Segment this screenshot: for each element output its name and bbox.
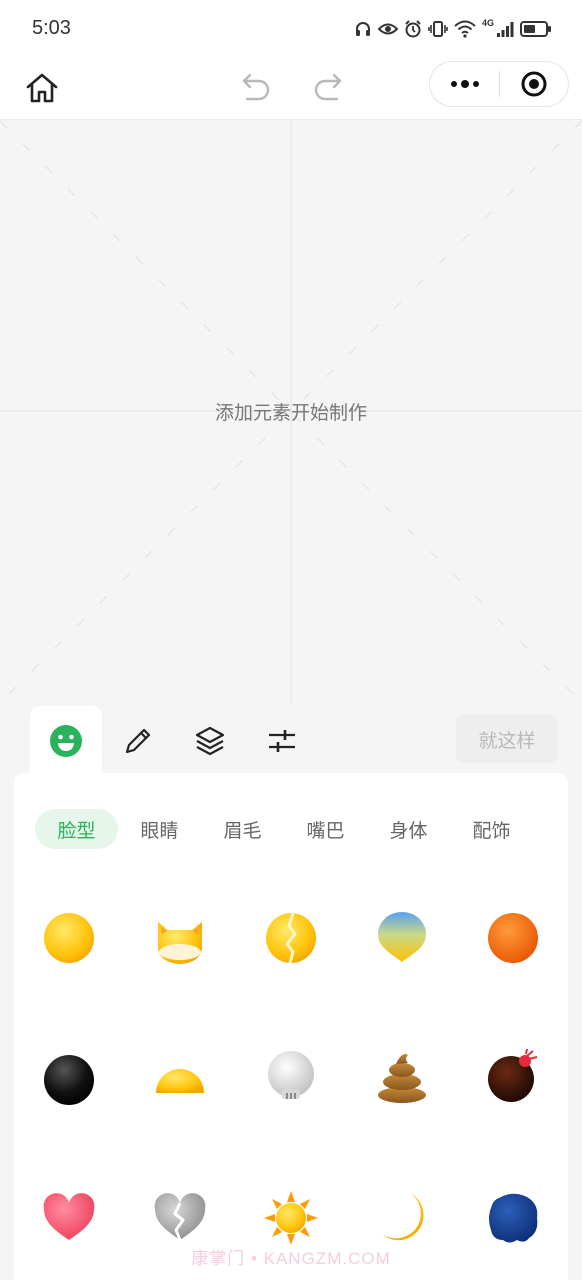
sun-face-icon [263,1191,318,1245]
status-icons: 4G [354,18,552,40]
undo-icon [242,73,270,101]
face-option-gradient[interactable] [346,891,457,1028]
broken-heart-face-icon [154,1193,206,1241]
yellow-face-icon [44,913,95,963]
face-option-skull[interactable] [236,1028,347,1165]
cracked-face-icon [265,912,316,964]
layers-icon [195,726,225,756]
more-button[interactable] [430,62,499,106]
redo-icon [314,73,342,101]
alarm-icon [405,20,421,38]
mini-program-capsule [429,61,569,107]
redo-button[interactable] [308,66,348,106]
face-option-poop[interactable] [346,1028,457,1165]
moon-face-icon [381,1193,424,1241]
face-option-black[interactable] [14,1028,125,1165]
editor-canvas[interactable]: 添加元素开始制作 [0,121,582,703]
tool-tabs: 就这样 [0,703,582,776]
canvas-hint: 添加元素开始制作 [214,403,367,424]
face-grid [14,891,568,1280]
watermark: 康掌门 • KANGZM.COM [191,1249,391,1268]
half-face-icon [156,1069,205,1093]
status-bar: 5:03 4G [0,0,582,58]
sliders-icon [269,730,295,752]
category-tab-mouth[interactable]: 嘴巴 [284,809,367,849]
vibrate-icon [428,21,448,37]
category-tabs: 脸型 眼睛 眉毛 嘴巴 身体 配饰 [35,809,533,849]
poop-face-icon [377,1054,426,1103]
category-tab-face[interactable]: 脸型 [35,809,118,849]
pencil-icon [125,728,151,754]
done-button[interactable]: 就这样 [456,715,558,763]
home-icon [26,73,58,103]
category-tab-accessories[interactable]: 配饰 [450,809,533,849]
battery-icon [520,21,551,37]
category-tab-body[interactable]: 身体 [367,809,450,849]
wifi-icon [454,20,476,38]
app-header [0,58,582,120]
element-panel: 脸型 眼睛 眉毛 嘴巴 身体 配饰 [14,773,568,1280]
emoji-icon [50,725,82,757]
close-button[interactable] [500,62,568,106]
more-icon [450,80,479,88]
tab-emoji[interactable] [30,706,102,776]
face-option-cat[interactable] [125,891,236,1028]
gradient-drop-face-icon [377,912,426,962]
close-target-icon [521,71,547,97]
category-tab-eyes[interactable]: 眼睛 [118,809,201,849]
undo-button[interactable] [236,66,276,106]
tab-draw[interactable] [102,706,174,776]
category-tab-eyebrows[interactable]: 眉毛 [201,809,284,849]
heart-face-icon [44,1193,95,1240]
face-option-orange[interactable] [457,891,568,1028]
network-label: 4G [481,18,494,28]
face-option-cracked[interactable] [236,891,347,1028]
tab-adjust[interactable] [246,706,318,776]
home-button[interactable] [22,68,62,108]
signal-icon [497,22,514,37]
skull-face-icon [267,1051,314,1099]
headphones-icon [355,22,370,36]
face-option-yellow[interactable] [14,891,125,1028]
black-face-icon [44,1055,95,1105]
orange-face-icon [487,913,538,963]
face-option-bomb[interactable] [457,1028,568,1165]
cat-face-icon [158,922,203,964]
eye-icon [377,23,398,35]
status-time: 5:03 [32,17,71,39]
bomb-face-icon [487,1049,537,1102]
blob-face-icon [488,1193,537,1243]
face-option-half[interactable] [125,1028,236,1165]
tab-layers[interactable] [174,706,246,776]
